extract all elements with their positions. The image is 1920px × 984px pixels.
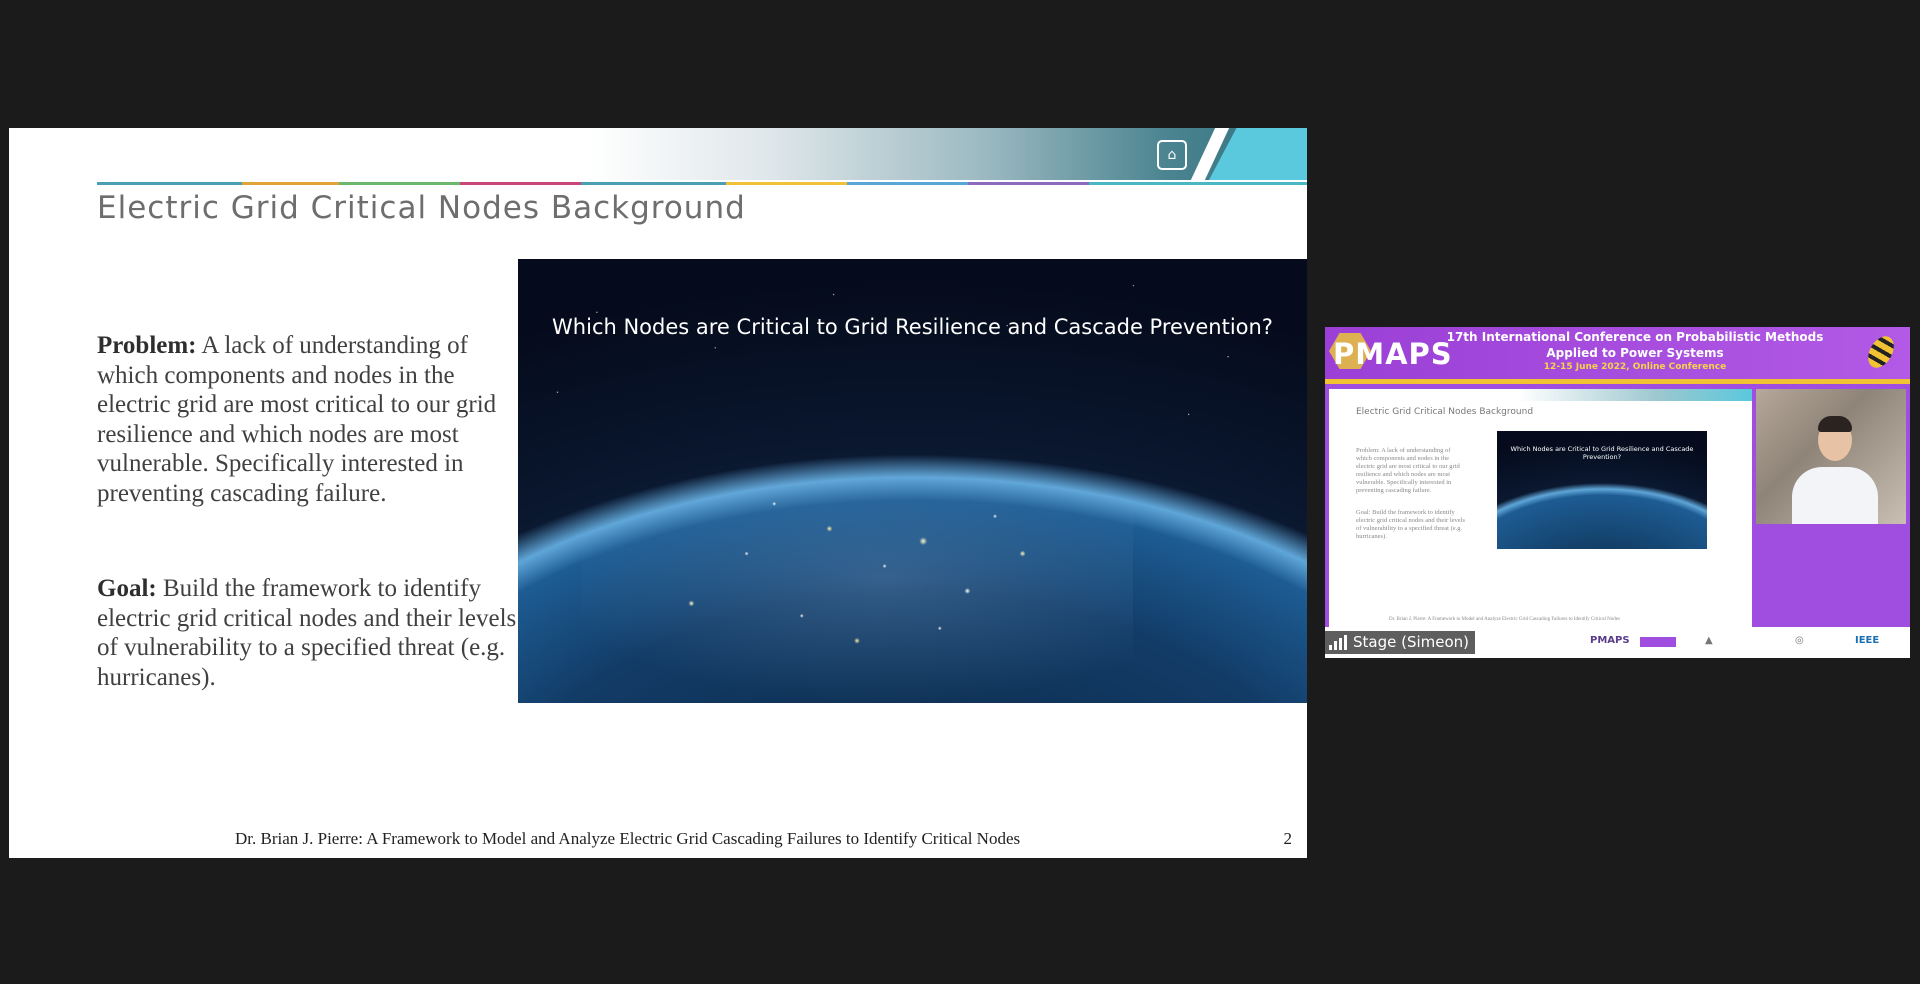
mini-goal-text: Goal: Build the framework to identify el… <box>1356 509 1466 540</box>
goal-text: Build the framework to identify electric… <box>97 575 517 691</box>
sandia-logo-icon: ⌂ <box>1157 140 1187 170</box>
slide-title: Electric Grid Critical Nodes Background <box>97 190 746 226</box>
participant-name-label: Stage (Simeon) <box>1325 631 1476 654</box>
header-underline <box>1325 379 1910 384</box>
signal-strength-icon <box>1329 635 1347 650</box>
pmaps-logo: PMAPS <box>1333 337 1453 371</box>
mini-image-caption: Which Nodes are Critical to Grid Resilie… <box>1510 445 1694 461</box>
problem-label: Problem: <box>97 332 197 359</box>
problem-paragraph: Problem: A lack of understanding of whic… <box>97 331 527 508</box>
image-caption: Which Nodes are Critical to Grid Resilie… <box>552 315 1273 339</box>
sponsor-logo-badge <box>1640 637 1676 647</box>
presenter-body <box>1792 467 1878 524</box>
mini-slide-title: Electric Grid Critical Nodes Background <box>1356 407 1534 417</box>
mini-problem-text: Problem: A lack of understanding of whic… <box>1356 447 1460 494</box>
mini-slide-preview: Electric Grid Critical Nodes Background … <box>1329 389 1752 629</box>
goal-paragraph: Goal: Build the framework to identify el… <box>97 574 527 692</box>
conference-dates: 12-15 June 2022, Online Conference <box>1543 362 1727 372</box>
conference-title: 17th International Conference on Probabi… <box>1445 329 1825 373</box>
slide-title-rule <box>97 182 1307 185</box>
sponsor-logo-pmaps: PMAPS <box>1590 635 1630 646</box>
sponsor-logo-ieee: IEEE <box>1855 635 1880 646</box>
mini-slide-banner <box>1519 389 1752 401</box>
city-lights <box>581 454 1134 703</box>
sponsor-logo-circle-icon: ◎ <box>1795 635 1804 646</box>
shared-slide: ⌂ Electric Grid Critical Nodes Backgroun… <box>9 128 1307 858</box>
presenter-camera-feed <box>1756 389 1906 524</box>
footer-text: Dr. Brian J. Pierre: A Framework to Mode… <box>235 829 1021 848</box>
earth-night-image: Which Nodes are Critical to Grid Resilie… <box>518 259 1307 703</box>
participant-name: Stage (Simeon) <box>1353 633 1470 651</box>
page-number: 2 <box>1283 829 1293 848</box>
sponsor-logo-triangle-icon: ▲ <box>1705 635 1713 646</box>
presenter-hair <box>1818 416 1852 432</box>
mini-earth-image: Which Nodes are Critical to Grid Resilie… <box>1497 431 1707 549</box>
goal-label: Goal: <box>97 575 157 602</box>
mini-slide-footer: Dr. Brian J. Pierre: A Framework to Mode… <box>1389 617 1620 622</box>
conference-line1: 17th International Conference on Probabi… <box>1446 330 1824 344</box>
stage-video-tile[interactable]: PMAPS 17th International Conference on P… <box>1325 327 1910 658</box>
conference-line2: Applied to Power Systems <box>1546 346 1724 360</box>
